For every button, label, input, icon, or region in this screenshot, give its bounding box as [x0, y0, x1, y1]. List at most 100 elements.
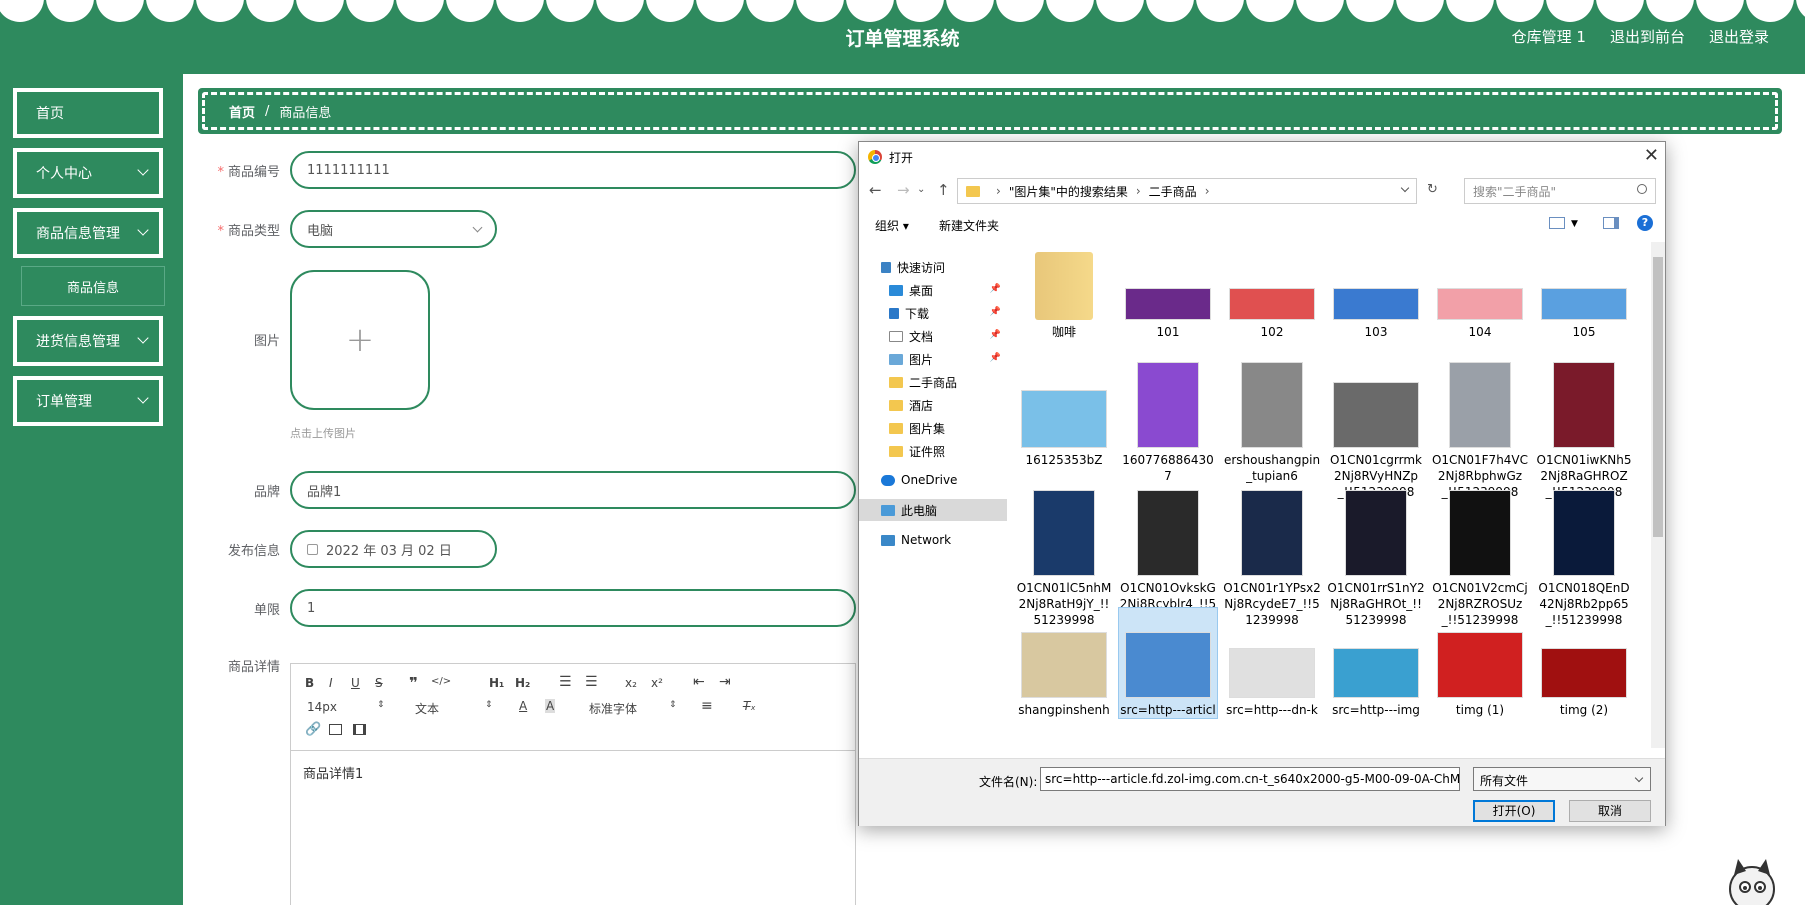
subscript-icon[interactable]: x₂ [625, 676, 637, 690]
strikethrough-icon[interactable]: S [375, 676, 383, 690]
file-item[interactable]: 104 [1431, 250, 1529, 340]
heading1-icon[interactable]: H₁ [489, 676, 504, 690]
file-item[interactable]: O1CN01OvkskG2Nj8Rcyblr4_!!51239998 [1119, 486, 1217, 628]
link-icon[interactable]: 🔗 [305, 722, 321, 737]
preview-pane-icon[interactable] [1603, 217, 1619, 229]
file-item[interactable]: O1CN01rrS1nY2Nj8RaGHROt_!!51239998 [1327, 486, 1425, 628]
indent-icon[interactable]: ⇥ [719, 674, 731, 690]
close-icon[interactable]: ✕ [1644, 145, 1659, 166]
bold-icon[interactable]: B [305, 676, 314, 690]
view-dropdown-icon[interactable]: ▼ [1571, 219, 1578, 229]
nav-pictures[interactable]: 图片 📌 [859, 348, 1007, 370]
heading2-icon[interactable]: H₂ [515, 676, 530, 690]
nav-folder[interactable]: 图片集 [859, 417, 1007, 439]
filename-input[interactable]: src=http---article.fd.zol-img.com.cn-t_s… [1040, 767, 1460, 791]
scrollbar-thumb[interactable] [1653, 257, 1663, 537]
logout-link[interactable]: 退出登录 [1709, 26, 1769, 47]
file-item[interactable]: 102 [1223, 250, 1321, 340]
file-item[interactable]: O1CN01lC5nhM2Nj8RatH9jY_!!51239998 [1015, 486, 1113, 628]
product-type-select[interactable]: 电脑 [290, 210, 497, 248]
nav-this-pc[interactable]: 此电脑 [859, 499, 1007, 521]
nav-desktop[interactable]: 桌面 📌 [859, 279, 1007, 301]
file-item[interactable]: timg (2) [1535, 608, 1633, 718]
recent-dropdown-icon[interactable]: ⌄ [917, 184, 925, 195]
search-input[interactable]: 搜索"二手商品" [1464, 178, 1656, 204]
code-icon[interactable]: </> [431, 676, 451, 687]
view-options-icon[interactable] [1549, 217, 1565, 229]
new-folder-button[interactable]: 新建文件夹 [939, 217, 999, 234]
scrollbar[interactable] [1651, 242, 1665, 748]
help-icon[interactable]: ? [1637, 215, 1653, 231]
font-family-select[interactable]: 标准字体 [589, 700, 637, 717]
file-item[interactable]: O1CN01V2cmCj2Nj8RZROSUz_!!51239998 [1431, 486, 1529, 628]
file-item[interactable]: src=http---articl [1118, 607, 1218, 719]
blockquote-icon[interactable]: ❞ [409, 674, 418, 692]
back-to-frontend-link[interactable]: 退出到前台 [1610, 26, 1685, 47]
ordered-list-icon[interactable]: ☰ [559, 674, 572, 690]
file-item[interactable]: src=http---dn-k [1223, 608, 1321, 718]
path-segment[interactable]: "图片集"中的搜索结果 [1009, 183, 1128, 200]
sidebar-item-purchase-management[interactable]: 进货信息管理 [13, 316, 163, 366]
outdent-icon[interactable]: ⇤ [693, 674, 705, 690]
font-size-select[interactable]: 14px [307, 700, 337, 714]
editor-content[interactable]: 商品详情1 [291, 751, 855, 794]
file-item[interactable]: src=http---img [1327, 608, 1425, 718]
limit-input[interactable]: 1 [290, 589, 856, 627]
file-item[interactable]: shangpinshenh [1015, 608, 1113, 718]
underline-icon[interactable]: U [351, 676, 360, 690]
sidebar-item-home[interactable]: 首页 [13, 88, 163, 138]
nav-documents[interactable]: 文档 📌 [859, 325, 1007, 347]
file-item[interactable]: 105 [1535, 250, 1633, 340]
back-arrow-icon[interactable]: ← [869, 181, 882, 199]
clear-format-icon[interactable]: T̶ₓ [743, 699, 756, 713]
file-item[interactable]: O1CN01r1YPsx2Nj8RcydeE7_!!51239998 [1223, 486, 1321, 628]
nav-folder[interactable]: 证件照 [859, 440, 1007, 462]
breadcrumb-home[interactable]: 首页 [229, 102, 255, 121]
file-item[interactable]: ershoushangpin_tupian6 [1223, 358, 1321, 484]
font-color-icon[interactable]: A [519, 699, 527, 713]
file-item[interactable]: O1CN01F7h4VC2Nj8RbphwGz_!!51239998 [1431, 358, 1529, 500]
nav-onedrive[interactable]: OneDrive [859, 469, 1007, 491]
nav-downloads[interactable]: 下载 📌 [859, 302, 1007, 324]
sidebar-item-product-management[interactable]: 商品信息管理 [13, 208, 163, 258]
chevron-down-icon[interactable] [1400, 183, 1410, 193]
file-item[interactable]: 1607768864307 [1119, 358, 1217, 484]
warehouse-user-link[interactable]: 仓库管理 1 [1512, 26, 1586, 47]
file-item[interactable]: timg (1) [1431, 608, 1529, 718]
nav-folder[interactable]: 二手商品 [859, 371, 1007, 393]
path-segment[interactable]: 二手商品 [1149, 183, 1197, 200]
brand-input[interactable]: 品牌1 [290, 471, 856, 509]
text-style-select[interactable]: 文本 [415, 700, 439, 717]
file-item[interactable]: O1CN01cgrrmk2Nj8RVyHNZp_!!51239998 [1327, 358, 1425, 500]
up-arrow-icon[interactable]: ↑ [937, 181, 950, 199]
italic-icon[interactable]: I [329, 676, 333, 690]
nav-folder[interactable]: 酒店 [859, 394, 1007, 416]
file-type-select[interactable]: 所有文件 [1473, 767, 1651, 791]
address-bar[interactable]: › "图片集"中的搜索结果 › 二手商品 › [957, 178, 1417, 204]
open-button[interactable]: 打开(O) [1473, 800, 1555, 822]
align-icon[interactable]: ≡ [701, 698, 713, 714]
sidebar-item-order-management[interactable]: 订单管理 [13, 376, 163, 426]
superscript-icon[interactable]: x² [651, 676, 663, 690]
background-color-icon[interactable]: A [545, 699, 556, 713]
sidebar-subitem-product-info[interactable]: 商品信息 [21, 266, 165, 306]
publish-date-picker[interactable]: 2022 年 03 月 02 日 [290, 530, 497, 568]
file-item[interactable]: 101 [1119, 250, 1217, 340]
file-item[interactable]: 咖啡 [1015, 250, 1113, 340]
sidebar-item-personal-center[interactable]: 个人中心 [13, 148, 163, 198]
nav-network[interactable]: Network [859, 529, 1007, 551]
file-item[interactable]: O1CN018QEnD42Nj8Rb2pp65_!!51239998 [1535, 486, 1633, 628]
bullet-list-icon[interactable]: ☰ [585, 674, 598, 690]
image-icon[interactable] [329, 724, 342, 735]
file-item[interactable]: 16125353bZ [1015, 358, 1113, 468]
file-item[interactable]: 103 [1327, 250, 1425, 340]
cancel-button[interactable]: 取消 [1569, 800, 1651, 822]
organize-button[interactable]: 组织 ▾ [875, 217, 909, 234]
video-icon[interactable] [353, 724, 366, 735]
image-upload-button[interactable]: + [290, 270, 430, 410]
product-code-input[interactable]: 1111111111 [290, 151, 856, 189]
refresh-icon[interactable]: ↻ [1427, 182, 1438, 197]
nav-quick-access[interactable]: 快速访问 [859, 256, 1007, 278]
forward-arrow-icon[interactable]: → [897, 181, 910, 199]
file-item[interactable]: O1CN01iwKNh52Nj8RaGHROZ_!!51239998 [1535, 358, 1633, 500]
